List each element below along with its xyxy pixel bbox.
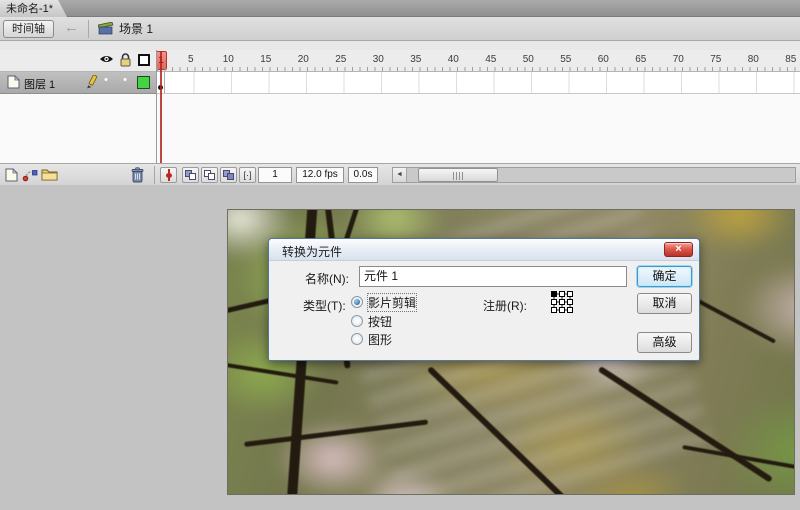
registration-grid[interactable] (551, 291, 573, 313)
insert-layer-button[interactable] (4, 167, 21, 183)
layer-lock-dot[interactable]: • (120, 74, 130, 86)
onion-skin-button[interactable] (182, 167, 199, 183)
radio-movie-clip-label: 影片剪辑 (366, 292, 418, 312)
scrollbar-thumb[interactable] (418, 168, 498, 182)
timeline-footer: [·] 1 12.0 fps 0.0s ◄ (0, 163, 800, 185)
radio-button-icon (351, 296, 363, 308)
ok-button[interactable]: 确定 (637, 266, 692, 287)
advanced-button[interactable]: 高级 (637, 332, 692, 353)
layer-frames-track[interactable] (157, 72, 800, 94)
ruler-frame-number: 40 (447, 54, 459, 65)
scene-breadcrumb: 场景 1 (98, 20, 153, 37)
ruler-frame-number: 20 (297, 54, 309, 65)
delete-layer-trash-button[interactable] (130, 167, 147, 183)
edit-bar-divider (88, 20, 89, 38)
radio-button-icon (351, 315, 363, 327)
onion-skin-outlines-button[interactable] (201, 167, 218, 183)
scrollbar-left-arrow[interactable]: ◄ (393, 168, 407, 182)
edit-multiple-frames-button[interactable] (220, 167, 237, 183)
symbol-name-input[interactable]: 元件 1 (359, 266, 627, 287)
center-frame-button[interactable] (160, 167, 177, 183)
close-icon[interactable]: × (664, 242, 693, 257)
ruler-frame-number: 15 (260, 54, 272, 65)
current-frame-field[interactable]: 1 (258, 167, 292, 183)
onion-markers-icon: [·] (243, 170, 252, 180)
dialog-title: 转换为元件 (282, 245, 343, 259)
ruler-frame-number: 50 (522, 54, 534, 65)
layer-outline-color-swatch[interactable] (137, 76, 150, 89)
ruler-frame-number: 10 (222, 54, 234, 65)
clapperboard-icon (98, 22, 114, 35)
scene-name-label: 场景 1 (119, 22, 154, 36)
type-field-label: 类型(T): (303, 299, 346, 313)
ruler-frame-number: 25 (335, 54, 347, 65)
frame-rate-field[interactable]: 12.0 fps (296, 167, 344, 183)
layer-item[interactable]: 图层 1 • • (0, 72, 157, 94)
ruler-frame-number: 30 (372, 54, 384, 65)
registration-label: 注册(R): (483, 299, 527, 313)
ruler-frame-number: 35 (410, 54, 422, 65)
ruler-frame-number: 55 (560, 54, 572, 65)
edit-bar: 时间轴 ← 场景 1 (0, 17, 800, 41)
radio-button-symbol-label: 按钮 (368, 314, 393, 329)
elapsed-time-field[interactable]: 0.0s (348, 167, 378, 183)
center-frame-icon (165, 169, 173, 181)
onion-skin-icon (184, 169, 197, 181)
timeline-column-divider (156, 50, 157, 163)
layer-page-icon (7, 75, 20, 89)
ruler-frame-number: 5 (187, 54, 194, 65)
edit-multiple-frames-icon (222, 169, 235, 181)
ruler-frame-number: 70 (672, 54, 684, 65)
modify-onion-markers-button[interactable]: [·] (239, 167, 256, 183)
playhead-frame-indicator[interactable]: 1 (157, 51, 167, 70)
add-motion-guide-button[interactable] (22, 167, 39, 183)
radio-button-icon (351, 333, 363, 345)
ruler-frame-number: 65 (635, 54, 647, 65)
name-field-label: 名称(N): (305, 272, 349, 286)
radio-graphic-label: 图形 (368, 332, 393, 347)
back-arrow-icon[interactable]: ← (64, 19, 79, 36)
radio-graphic[interactable]: 图形 (351, 332, 393, 347)
document-tab[interactable]: 未命名-1* (0, 0, 67, 17)
show-hide-column-icon[interactable] (99, 53, 114, 68)
outline-column-icon[interactable] (137, 53, 152, 68)
radio-movie-clip[interactable]: 影片剪辑 (351, 292, 418, 312)
pencil-edit-icon (86, 75, 99, 89)
timeline-top-strip (0, 41, 800, 50)
timeline-header-row: 1 5 10 15 20 25 30 35 40 45 50 55 60 65 70 75 80 85 (0, 50, 800, 72)
convert-to-symbol-dialog: 转换为元件 × 名称(N): 元件 1 类型(T): 影片剪辑 按钮 图形 注册… (268, 238, 700, 361)
layer-visibility-dot[interactable]: • (101, 74, 111, 86)
radio-button-symbol[interactable]: 按钮 (351, 314, 393, 329)
layer-name-label: 图层 1 (24, 79, 56, 91)
onion-skin-outlines-icon (203, 169, 216, 181)
document-tab-bar: 未命名-1* (0, 0, 800, 17)
timeline-horizontal-scrollbar[interactable]: ◄ (392, 167, 796, 183)
ruler-frame-number: 85 (785, 54, 797, 65)
insert-layer-folder-button[interactable] (41, 167, 58, 183)
timeline-ruler[interactable]: 1 5 10 15 20 25 30 35 40 45 50 55 60 65 70 75 80 85 (157, 50, 800, 71)
table-row: 图层 1 • • (0, 72, 800, 94)
footer-divider (154, 166, 155, 184)
lock-column-icon[interactable] (119, 53, 134, 68)
ruler-frame-number: 60 (597, 54, 609, 65)
timeline-panel: 1 5 10 15 20 25 30 35 40 45 50 55 60 65 70 75 80 85 图层 1 (0, 41, 800, 185)
dialog-titlebar[interactable]: 转换为元件 × (269, 239, 699, 261)
ruler-frame-number: 45 (485, 54, 497, 65)
ruler-frame-number: 75 (710, 54, 722, 65)
cancel-button[interactable]: 取消 (637, 293, 692, 314)
timeline-empty-area (0, 94, 800, 163)
playhead-line[interactable] (160, 51, 162, 163)
ruler-frame-number: 80 (747, 54, 759, 65)
flash-application-window: 未命名-1* 时间轴 ← 场景 1 5 10 15 20 25 30 35 40… (0, 0, 800, 510)
timeline-toggle-button[interactable]: 时间轴 (3, 20, 54, 38)
